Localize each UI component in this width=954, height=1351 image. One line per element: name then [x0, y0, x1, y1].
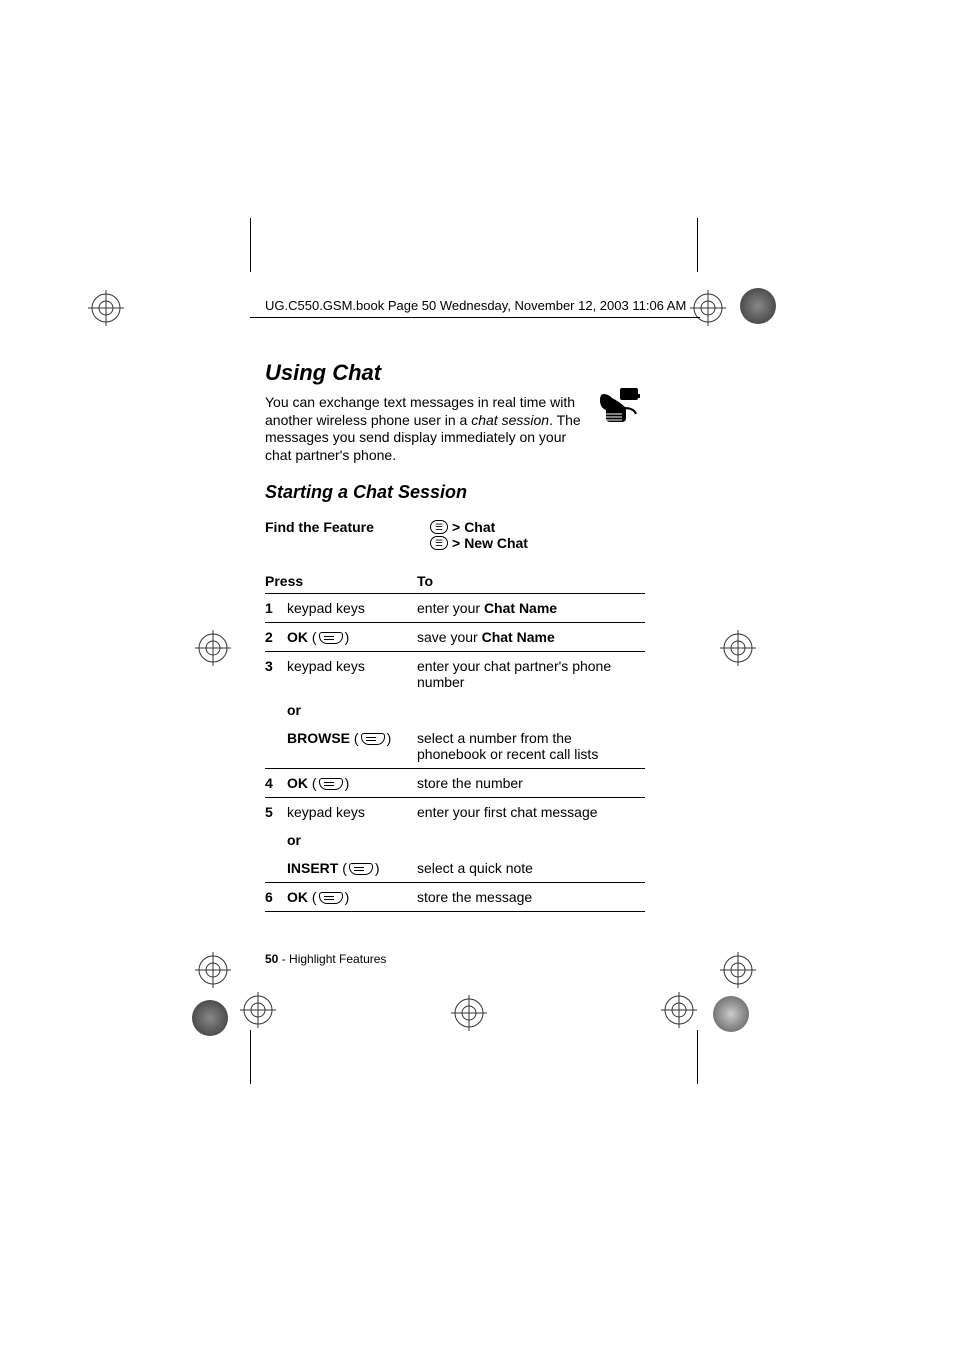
page-number: 50 [265, 952, 278, 966]
table-row: or [265, 696, 645, 724]
to-cell: store the number [417, 769, 645, 798]
steps-table: Press To 1 keypad keys enter your Chat N… [265, 569, 645, 912]
find-feature-path: ☰ > Chat ☰ > New Chat [430, 519, 645, 551]
path-item: Chat [464, 519, 495, 535]
step-number: 6 [265, 883, 287, 912]
softkey-icon [319, 632, 343, 644]
step-number: 5 [265, 798, 287, 827]
softkey-icon [349, 863, 373, 875]
registration-mark [661, 992, 697, 1028]
crop-tick [697, 1030, 698, 1084]
to-cell: enter your chat partner's phone number [417, 652, 645, 697]
or-label: or [287, 826, 417, 854]
corner-dot [713, 996, 749, 1032]
crop-tick [250, 1030, 251, 1084]
crop-tick [250, 218, 251, 272]
registration-mark [720, 630, 756, 666]
menu-key-icon: ☰ [430, 520, 448, 534]
section-title: Using Chat [265, 360, 645, 386]
intro-italic: chat session [471, 412, 549, 428]
find-feature-row: Find the Feature ☰ > Chat ☰ > New Chat [265, 519, 645, 551]
intro-paragraph: You can exchange text messages in real t… [265, 394, 645, 464]
col-press: Press [265, 569, 417, 594]
press-cell: keypad keys [287, 594, 417, 623]
press-cell: OK () [287, 883, 417, 912]
registration-mark [195, 952, 231, 988]
path-separator: > [452, 519, 460, 535]
registration-mark [195, 630, 231, 666]
corner-dot [192, 1000, 228, 1036]
table-row: INSERT () select a quick note [265, 854, 645, 883]
to-cell: save your Chat Name [417, 623, 645, 652]
corner-dot [740, 288, 776, 324]
table-row: 4 OK () store the number [265, 769, 645, 798]
step-number: 4 [265, 769, 287, 798]
registration-mark [720, 952, 756, 988]
running-head: UG.C550.GSM.book Page 50 Wednesday, Nove… [265, 298, 686, 313]
footer-text: - Highlight Features [278, 952, 386, 966]
or-label: or [287, 696, 417, 724]
crop-tick [697, 218, 698, 272]
softkey-icon [361, 733, 385, 745]
table-row: 6 OK () store the message [265, 883, 645, 912]
registration-mark [690, 290, 726, 326]
step-number: 3 [265, 652, 287, 697]
find-feature-label: Find the Feature [265, 519, 430, 551]
header-rule [250, 317, 700, 318]
press-cell: keypad keys [287, 798, 417, 827]
table-row: 5 keypad keys enter your first chat mess… [265, 798, 645, 827]
page-content: Using Chat You can exchange text message… [265, 360, 645, 912]
to-cell: store the message [417, 883, 645, 912]
registration-mark [451, 995, 487, 1031]
to-cell: select a number from the phonebook or re… [417, 724, 645, 769]
step-number: 1 [265, 594, 287, 623]
to-cell: enter your first chat message [417, 798, 645, 827]
press-cell: OK () [287, 769, 417, 798]
to-cell: enter your Chat Name [417, 594, 645, 623]
table-row: or [265, 826, 645, 854]
press-cell: BROWSE () [287, 724, 417, 769]
registration-mark [240, 992, 276, 1028]
softkey-icon [319, 778, 343, 790]
to-cell: select a quick note [417, 854, 645, 883]
press-cell: keypad keys [287, 652, 417, 697]
softkey-icon [319, 892, 343, 904]
subsection-title: Starting a Chat Session [265, 482, 645, 503]
table-row: 2 OK () save your Chat Name [265, 623, 645, 652]
col-to: To [417, 569, 645, 594]
press-cell: INSERT () [287, 854, 417, 883]
press-cell: OK () [287, 623, 417, 652]
path-separator: > [452, 535, 460, 551]
table-row: 1 keypad keys enter your Chat Name [265, 594, 645, 623]
page-footer: 50 - Highlight Features [265, 952, 386, 966]
step-number: 2 [265, 623, 287, 652]
registration-mark [88, 290, 124, 326]
table-row: 3 keypad keys enter your chat partner's … [265, 652, 645, 697]
path-item: New Chat [464, 535, 528, 551]
menu-key-icon: ☰ [430, 536, 448, 550]
table-row: BROWSE () select a number from the phone… [265, 724, 645, 769]
